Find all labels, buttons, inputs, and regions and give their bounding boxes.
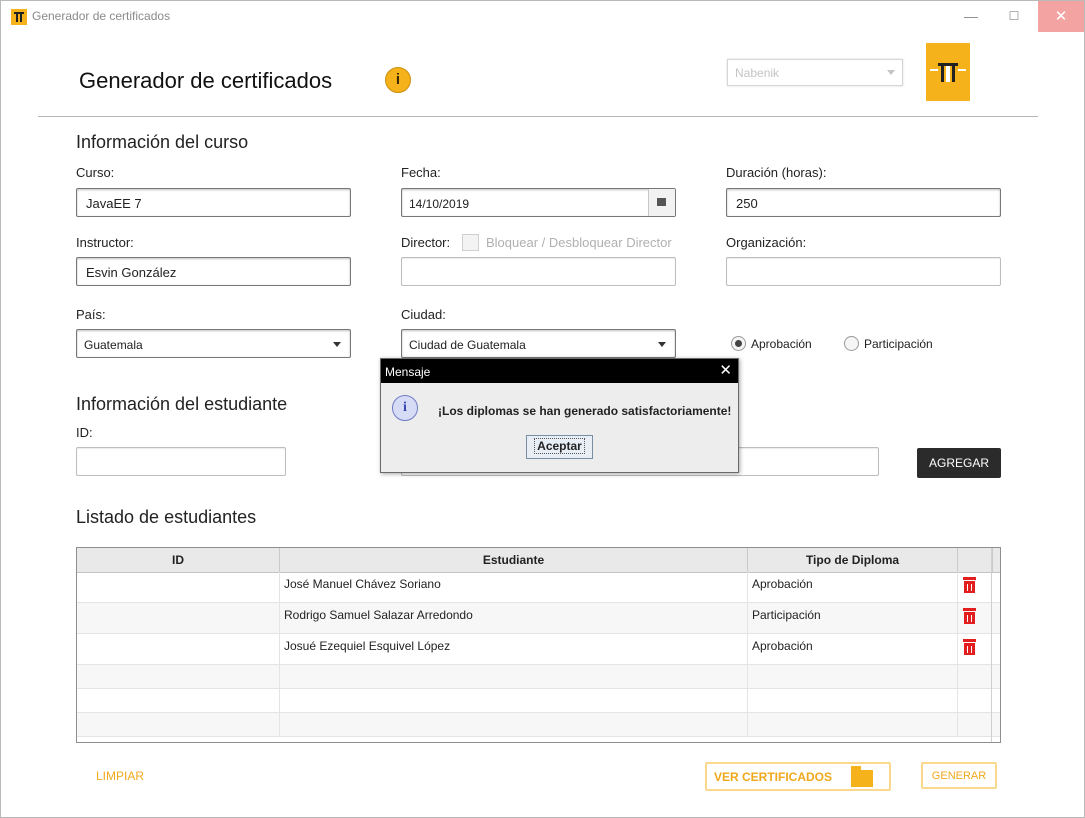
director-lock-label: Bloquear / Desbloquear Director	[486, 235, 672, 250]
student-id-label: ID:	[76, 425, 93, 440]
duration-input[interactable]: 250	[726, 188, 1001, 217]
information-icon: i	[392, 395, 418, 421]
radio-aprobacion-label: Aprobación	[751, 337, 812, 351]
date-label: Fecha:	[401, 165, 441, 180]
table-row[interactable]: José Manuel Chávez Soriano Aprobación	[77, 572, 1000, 603]
cell-diploma: Participación	[748, 603, 958, 633]
organization-select-value: Nabenik	[735, 66, 780, 80]
trash-icon[interactable]	[963, 608, 976, 624]
cell-id	[77, 603, 280, 633]
header-divider	[38, 116, 1038, 117]
view-certificates-label: VER CERTIFICADOS	[714, 770, 833, 784]
message-dialog: Mensaje ✕ i ¡Los diplomas se han generad…	[380, 358, 739, 473]
cell-id	[77, 572, 280, 602]
table-row-empty	[77, 713, 1000, 737]
country-label: País:	[76, 307, 106, 322]
city-label: Ciudad:	[401, 307, 446, 322]
table-row-empty	[77, 665, 1000, 689]
cell-student: Josué Ezequiel Esquivel López	[280, 634, 748, 664]
column-header-diploma[interactable]: Tipo de Diploma	[748, 548, 958, 572]
students-table: ID Estudiante Tipo de Diploma José Manue…	[76, 547, 1001, 743]
column-header-id[interactable]: ID	[77, 548, 280, 572]
organization-select[interactable]: Nabenik	[727, 59, 903, 86]
student-list-title: Listado de estudiantes	[76, 507, 257, 527]
course-input[interactable]: JavaEE 7	[76, 188, 351, 217]
clear-button[interactable]: LIMPIAR	[96, 769, 144, 783]
table-row-empty	[77, 689, 1000, 713]
window-title: Generador de certificados	[32, 9, 171, 23]
close-window-button[interactable]: ✕	[1038, 1, 1084, 32]
chevron-down-icon	[887, 70, 895, 75]
country-value: Guatemala	[84, 338, 143, 352]
brand-logo	[926, 43, 970, 101]
view-certificates-button[interactable]: VER CERTIFICADOS	[705, 762, 891, 791]
country-select[interactable]: Guatemala	[76, 329, 351, 358]
cell-student: Rodrigo Samuel Salazar Arredondo	[280, 603, 748, 633]
dialog-message: ¡Los diplomas se han generado satisfacto…	[438, 404, 732, 418]
trash-icon[interactable]	[963, 639, 976, 655]
app-window: Generador de certificados — ☐ ✕ Generado…	[0, 0, 1085, 818]
accept-button[interactable]: Aceptar	[526, 435, 593, 459]
table-row[interactable]: Rodrigo Samuel Salazar Arredondo Partici…	[77, 603, 1000, 634]
radio-aprobacion[interactable]	[731, 336, 746, 351]
title-bar: Generador de certificados — ☐ ✕	[1, 1, 1084, 32]
student-section-title: Información del estudiante	[76, 394, 288, 414]
instructor-label: Instructor:	[76, 235, 134, 250]
chevron-down-icon	[333, 342, 341, 347]
add-student-button[interactable]: AGREGAR	[917, 448, 1001, 478]
cell-diploma: Aprobación	[748, 572, 958, 602]
course-section-title: Información del curso	[76, 132, 249, 152]
trash-icon[interactable]	[963, 577, 976, 593]
column-header-actions	[958, 548, 993, 572]
director-label: Director:	[401, 235, 451, 250]
student-id-input[interactable]	[76, 447, 286, 476]
duration-label: Duración (horas):	[726, 165, 827, 180]
radio-participacion-label: Participación	[864, 337, 933, 351]
city-value: Ciudad de Guatemala	[409, 338, 526, 352]
cell-id	[77, 634, 280, 664]
page-title: Generador de certificados	[79, 68, 333, 93]
dialog-close-icon[interactable]: ✕	[719, 361, 732, 379]
generate-button[interactable]: GENERAR	[921, 762, 997, 789]
dialog-title: Mensaje	[385, 365, 431, 379]
course-label: Curso:	[76, 165, 115, 180]
organization-input[interactable]	[726, 257, 1001, 286]
table-row[interactable]: Josué Ezequiel Esquivel López Aprobación	[77, 634, 1000, 665]
table-header: ID Estudiante Tipo de Diploma	[77, 548, 1000, 573]
accept-button-label: Aceptar	[534, 438, 585, 454]
maximize-button[interactable]: ☐	[991, 1, 1037, 32]
chevron-down-icon	[658, 342, 666, 347]
info-icon[interactable]: i	[385, 67, 411, 93]
instructor-input[interactable]: Esvin González	[76, 257, 351, 286]
director-input[interactable]	[401, 257, 676, 286]
director-lock-checkbox[interactable]	[462, 234, 479, 251]
cell-student: José Manuel Chávez Soriano	[280, 572, 748, 602]
radio-participacion[interactable]	[844, 336, 859, 351]
table-scrollbar-divider	[991, 548, 992, 742]
calendar-icon[interactable]	[648, 189, 675, 216]
date-value: 14/10/2019	[409, 197, 470, 211]
city-select[interactable]: Ciudad de Guatemala	[401, 329, 676, 358]
minimize-button[interactable]: —	[948, 1, 994, 32]
column-header-student[interactable]: Estudiante	[280, 548, 748, 572]
date-picker[interactable]: 14/10/2019	[401, 188, 676, 217]
folder-icon	[851, 766, 873, 787]
cell-diploma: Aprobación	[748, 634, 958, 664]
organization-label: Organización:	[726, 235, 807, 250]
app-logo-icon	[11, 9, 27, 25]
dialog-title-bar: Mensaje ✕	[381, 359, 738, 383]
